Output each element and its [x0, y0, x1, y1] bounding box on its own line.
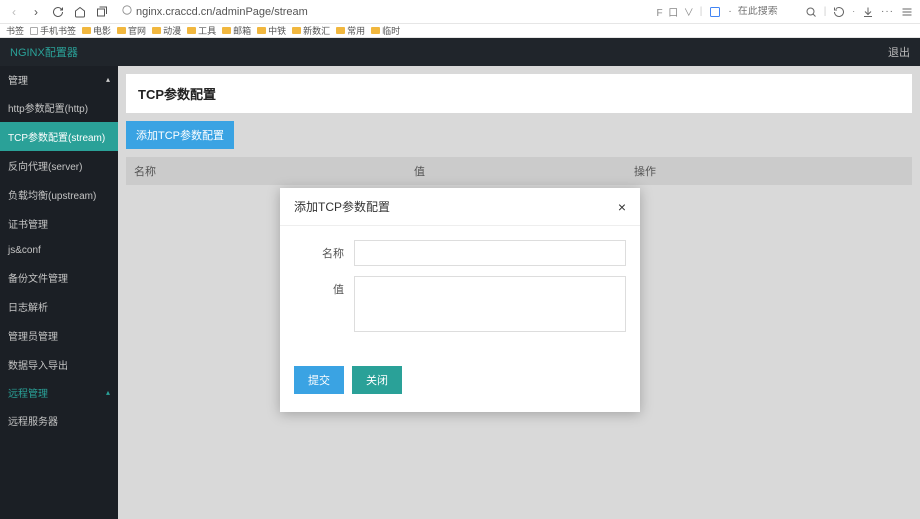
- input-value[interactable]: [354, 276, 626, 332]
- modal-footer: 提交 关闭: [280, 356, 640, 412]
- label-value: 值: [294, 276, 354, 297]
- browser-right-controls: F 口 ∨ | · | · ···: [657, 4, 914, 19]
- close-button[interactable]: 关闭: [352, 366, 402, 394]
- folder-icon: [152, 27, 161, 34]
- input-name[interactable]: [354, 240, 626, 266]
- bookmark-item[interactable]: 新数汇: [292, 24, 330, 37]
- home-icon[interactable]: [72, 4, 88, 20]
- folder-icon: [257, 27, 266, 34]
- bookmark-item[interactable]: 官网: [117, 24, 146, 37]
- form-row-name: 名称: [294, 240, 626, 266]
- bookmark-item[interactable]: 电影: [82, 24, 111, 37]
- bookmark-label: 工具: [198, 24, 216, 37]
- browser-toolbar: ‹ › nginx.craccd.cn/adminPage/stream F 口…: [0, 0, 920, 24]
- bookmark-item[interactable]: 手机书签: [30, 24, 76, 37]
- folder-icon: [222, 27, 231, 34]
- modal-backdrop: 添加TCP参数配置 × 名称 值 提交 关闭: [0, 38, 920, 519]
- bookmarks-bar: 书签 手机书签 电影 官网 动漫 工具 邮箱 中铁 新数汇 常用 临时: [0, 24, 920, 38]
- bookmark-item[interactable]: 动漫: [152, 24, 181, 37]
- bookmark-item[interactable]: 临时: [371, 24, 400, 37]
- address-bar[interactable]: nginx.craccd.cn/adminPage/stream: [122, 5, 308, 18]
- bookmark-item[interactable]: 邮箱: [222, 24, 251, 37]
- forward-icon[interactable]: ›: [28, 4, 44, 20]
- bookmark-label: 新数汇: [303, 24, 330, 37]
- folder-icon: [371, 27, 380, 34]
- separator: |: [700, 6, 703, 17]
- history-icon[interactable]: [832, 5, 846, 19]
- download-icon[interactable]: [861, 5, 875, 19]
- translate-icon[interactable]: [708, 5, 722, 19]
- modal-header: 添加TCP参数配置 ×: [280, 188, 640, 226]
- add-tcp-param-modal: 添加TCP参数配置 × 名称 值 提交 关闭: [280, 188, 640, 412]
- page-icon: [30, 27, 38, 35]
- modal-body: 名称 值: [280, 226, 640, 356]
- bookmark-label: 临时: [382, 24, 400, 37]
- label-name: 名称: [294, 240, 354, 261]
- form-row-value: 值: [294, 276, 626, 332]
- menu-icon[interactable]: [900, 5, 914, 19]
- search-hint-label: ·: [728, 6, 731, 17]
- bookmark-item[interactable]: 工具: [187, 24, 216, 37]
- reader-indicator[interactable]: F 口 ∨: [657, 4, 694, 19]
- folder-icon: [292, 27, 301, 34]
- bookmark-label: 官网: [128, 24, 146, 37]
- bookmark-label: 动漫: [163, 24, 181, 37]
- dropdown-caret-icon[interactable]: ·: [852, 7, 855, 16]
- folder-icon: [117, 27, 126, 34]
- bookmark-label: 常用: [347, 24, 365, 37]
- bookmark-label: 电影: [93, 24, 111, 37]
- refresh-icon[interactable]: [50, 4, 66, 20]
- folder-icon: [187, 27, 196, 34]
- back-icon[interactable]: ‹: [6, 4, 22, 20]
- separator: |: [824, 6, 827, 17]
- bookmark-label: 邮箱: [233, 24, 251, 37]
- bookmarks-label: 书签: [6, 24, 24, 37]
- folder-icon: [336, 27, 345, 34]
- site-info-icon[interactable]: [122, 5, 132, 18]
- close-icon[interactable]: ×: [618, 199, 626, 215]
- tabs-icon[interactable]: [94, 4, 110, 20]
- browser-search-input[interactable]: [738, 6, 798, 17]
- bookmark-label: 中铁: [268, 24, 286, 37]
- bookmark-item[interactable]: 中铁: [257, 24, 286, 37]
- search-icon[interactable]: [804, 5, 818, 19]
- bookmark-item[interactable]: 常用: [336, 24, 365, 37]
- folder-icon: [82, 27, 91, 34]
- modal-title: 添加TCP参数配置: [294, 198, 390, 215]
- more-icon[interactable]: ···: [881, 6, 894, 17]
- submit-button[interactable]: 提交: [294, 366, 344, 394]
- bookmark-label: 手机书签: [40, 24, 76, 37]
- url-text: nginx.craccd.cn/adminPage/stream: [136, 6, 308, 18]
